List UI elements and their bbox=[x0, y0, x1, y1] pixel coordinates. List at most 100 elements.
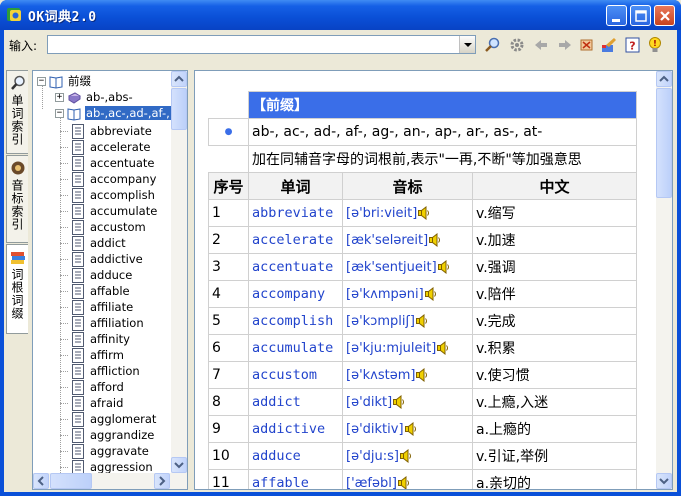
tree-leaf-item[interactable]: accelerate bbox=[60, 139, 151, 155]
expand-toggle[interactable]: + bbox=[55, 92, 64, 102]
tree-leaf-item[interactable]: accustom bbox=[60, 219, 147, 235]
close-button[interactable] bbox=[654, 5, 675, 26]
word-row[interactable]: 4 accompany [ə'kʌmpəni] v.陪伴 bbox=[208, 280, 637, 308]
word-input-combo[interactable] bbox=[47, 35, 476, 54]
scroll-thumb[interactable] bbox=[50, 473, 92, 489]
word-link[interactable]: accumulate bbox=[248, 334, 343, 362]
maximize-button[interactable] bbox=[630, 5, 651, 26]
tree-leaf-item[interactable]: addict bbox=[60, 235, 127, 251]
tree-group-item[interactable]: + ab-,abs- bbox=[55, 89, 134, 105]
minimize-button[interactable] bbox=[606, 5, 627, 26]
word-link[interactable]: adduce bbox=[248, 442, 343, 470]
tree-leaf-item[interactable]: accomplish bbox=[60, 187, 156, 203]
speaker-icon[interactable] bbox=[416, 368, 428, 382]
word-link[interactable]: addictive bbox=[248, 415, 343, 443]
word-row[interactable]: 3 accentuate [æk'sentjueit] v.强调 bbox=[208, 253, 637, 281]
scroll-down-button[interactable] bbox=[171, 457, 187, 473]
speaker-icon[interactable] bbox=[397, 476, 410, 490]
dropdown-button[interactable] bbox=[459, 36, 475, 53]
word-link[interactable]: accustom bbox=[248, 361, 343, 389]
scroll-left-button[interactable] bbox=[33, 473, 49, 489]
affix-tree[interactable]: − 前缀 + ab-,abs- − ab-,ac-,ad-,af-, abbre… bbox=[32, 70, 188, 490]
tree-leaf-item[interactable]: affinity bbox=[60, 331, 131, 347]
scroll-up-button[interactable] bbox=[171, 71, 187, 87]
scroll-thumb[interactable] bbox=[656, 88, 672, 198]
word-row[interactable]: 6 accumulate [ə'kju:mjuleit] v.积累 bbox=[208, 334, 637, 362]
back-arrow-icon[interactable] bbox=[532, 36, 550, 54]
tree-leaf-item[interactable]: aggravate bbox=[60, 443, 150, 459]
tip-bulb-icon[interactable]: ! bbox=[646, 36, 664, 54]
tree-leaf-item[interactable]: affliction bbox=[60, 363, 141, 379]
books-icon bbox=[10, 252, 25, 264]
tree-leaf-item[interactable]: accumulate bbox=[60, 203, 158, 219]
tree-leaf-item[interactable]: affiliation bbox=[60, 315, 145, 331]
tree-leaf-item[interactable]: afford bbox=[60, 379, 125, 395]
tree-leaf-item[interactable]: accompany bbox=[60, 171, 157, 187]
tree-leaf-item[interactable]: adduce bbox=[60, 267, 133, 283]
speaker-icon[interactable] bbox=[393, 395, 405, 409]
content-vertical-scrollbar[interactable] bbox=[656, 71, 672, 489]
tree-leaf-item[interactable]: aggrandize bbox=[60, 427, 155, 443]
word-row[interactable]: 5 accomplish [ə'kɔmpliʃ] v.完成 bbox=[208, 307, 637, 335]
tree-leaf-item[interactable]: affable bbox=[60, 283, 131, 299]
title-bar[interactable]: OK词典2.0 bbox=[0, 0, 681, 30]
speaker-icon[interactable] bbox=[424, 287, 437, 301]
word-row[interactable]: 2 accelerate [æk'seləreit] v.加速 bbox=[208, 226, 637, 254]
tree-group-item[interactable]: − ab-,ac-,ad-,af-, bbox=[55, 105, 171, 121]
tab-phonetic-index[interactable]: 音标索引 bbox=[6, 155, 28, 243]
speaker-icon[interactable] bbox=[418, 206, 430, 220]
collapse-toggle[interactable]: − bbox=[55, 108, 64, 118]
gear-icon[interactable] bbox=[508, 36, 526, 54]
collapse-toggle[interactable]: − bbox=[37, 76, 46, 86]
column-header-phonetic: 音标 bbox=[342, 172, 473, 200]
tree-vertical-scrollbar[interactable] bbox=[171, 71, 187, 473]
word-row[interactable]: 1 abbreviate [ə'bri:vieit] v.缩写 bbox=[208, 199, 637, 227]
tree-leaf-item[interactable]: affirm bbox=[60, 347, 125, 363]
word-link[interactable]: accentuate bbox=[248, 253, 343, 281]
chevron-down-icon bbox=[659, 478, 669, 485]
word-link[interactable]: accompany bbox=[248, 280, 343, 308]
word-link[interactable]: addict bbox=[248, 388, 343, 416]
speaker-icon[interactable] bbox=[437, 341, 449, 355]
forward-arrow-icon[interactable] bbox=[556, 36, 574, 54]
tree-root[interactable]: − 前缀 bbox=[37, 73, 92, 89]
tree-leaf-item[interactable]: addictive bbox=[60, 251, 144, 267]
scroll-thumb[interactable] bbox=[171, 88, 187, 130]
paint-icon[interactable] bbox=[600, 36, 618, 54]
bullet-icon: ● bbox=[208, 118, 249, 146]
tree-leaf-item[interactable]: agglomerat bbox=[60, 411, 157, 427]
tab-word-index[interactable]: 单词索引 bbox=[6, 70, 28, 154]
scroll-up-button[interactable] bbox=[656, 71, 672, 87]
phonetic-text: [ə'dikt] bbox=[346, 394, 393, 410]
word-row[interactable]: 10 adduce [ə'dju:s] v.引证,举例 bbox=[208, 442, 637, 470]
speaker-icon[interactable] bbox=[399, 449, 412, 463]
tree-leaf-item[interactable]: accentuate bbox=[60, 155, 156, 171]
tree-leaf-item[interactable]: affiliate bbox=[60, 299, 134, 315]
scroll-right-button[interactable] bbox=[154, 473, 170, 489]
word-link[interactable]: affable bbox=[248, 469, 343, 489]
tree-leaf-item[interactable]: abbreviate bbox=[60, 123, 153, 139]
word-link[interactable]: abbreviate bbox=[248, 199, 343, 227]
tree-horizontal-scrollbar[interactable] bbox=[33, 473, 187, 489]
speaker-icon[interactable] bbox=[429, 233, 441, 247]
speaker-icon[interactable] bbox=[437, 260, 450, 274]
tree-leaf-label: accustom bbox=[90, 220, 146, 234]
clear-icon[interactable] bbox=[578, 36, 596, 54]
search-icon[interactable] bbox=[484, 36, 502, 54]
word-row[interactable]: 9 addictive [ə'diktiv] a.上瘾的 bbox=[208, 415, 637, 443]
speaker-icon[interactable] bbox=[415, 314, 428, 328]
tree-guide bbox=[60, 467, 68, 468]
tree-leaf-item[interactable]: afraid bbox=[60, 395, 124, 411]
word-link[interactable]: accelerate bbox=[248, 226, 343, 254]
help-icon[interactable]: ? bbox=[624, 36, 642, 54]
tab-root-affix[interactable]: 词根词缀 bbox=[6, 244, 28, 334]
word-row[interactable]: 11 affable ['æfəbl] a.亲切的 bbox=[208, 469, 637, 490]
meaning-cell: v.上瘾,入迷 bbox=[472, 388, 637, 416]
speaker-icon[interactable] bbox=[404, 422, 417, 436]
scroll-down-button[interactable] bbox=[656, 473, 672, 489]
phonetic-cell: [ə'bri:vieit] bbox=[342, 199, 473, 227]
word-link[interactable]: accomplish bbox=[248, 307, 343, 335]
word-row[interactable]: 7 accustom [ə'kʌstəm] v.使习惯 bbox=[208, 361, 637, 389]
word-input[interactable] bbox=[48, 36, 458, 53]
word-row[interactable]: 8 addict [ə'dikt] v.上瘾,入迷 bbox=[208, 388, 637, 416]
